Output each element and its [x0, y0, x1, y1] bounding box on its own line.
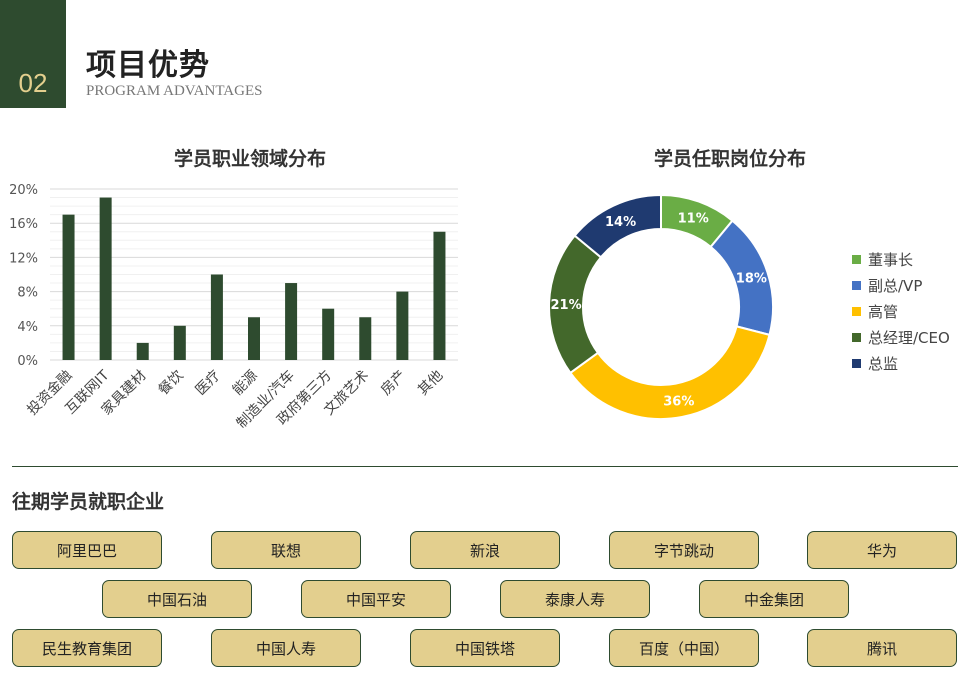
company-badge: 字节跳动	[609, 531, 759, 569]
y-tick-label: 16%	[9, 217, 38, 232]
section-number: 02	[18, 68, 48, 98]
y-tick-label: 4%	[17, 320, 38, 335]
y-tick-label: 0%	[17, 354, 38, 369]
bar	[285, 283, 298, 360]
y-tick-label: 12%	[9, 251, 38, 266]
company-badge: 腾讯	[807, 629, 957, 667]
company-badge: 百度（中国）	[609, 629, 759, 667]
y-tick-label: 20%	[9, 183, 38, 198]
legend-label: 董事长	[868, 250, 914, 269]
slice-label: 21%	[550, 298, 581, 313]
legend-label: 总经理/CEO	[868, 328, 950, 347]
company-badge: 联想	[211, 531, 361, 569]
companies-section-title: 往期学员就职企业	[12, 491, 165, 513]
legend-swatch	[852, 332, 861, 342]
legend-item: 总监	[852, 350, 950, 376]
bar	[359, 317, 372, 360]
legend-swatch	[852, 358, 861, 368]
bar	[396, 291, 409, 360]
legend-swatch	[852, 306, 861, 316]
bar	[62, 214, 75, 360]
slice-label: 14%	[605, 215, 636, 230]
bar-chart: 0%4%8%12%16%20%投资金融互联网IT家具建材 餐饮 医疗 能源制造业/汽车…	[9, 183, 458, 432]
bar-chart-title: 学员职业领域分布	[173, 148, 326, 170]
company-badge: 新浪	[410, 531, 560, 569]
page-title: 项目优势	[86, 48, 210, 83]
bar	[173, 325, 186, 360]
legend-label: 高管	[868, 302, 899, 321]
x-tick-label: 医疗	[193, 368, 224, 399]
legend-item: 副总/VP	[852, 272, 950, 298]
x-tick-label: 餐饮	[156, 368, 187, 399]
bar	[99, 197, 112, 360]
company-badge: 泰康人寿	[500, 580, 650, 618]
bar	[433, 231, 446, 360]
company-badge: 中国石油	[102, 580, 252, 618]
legend-swatch	[852, 254, 861, 264]
company-badge: 中国人寿	[211, 629, 361, 667]
legend-swatch	[852, 280, 861, 290]
x-tick-label: 房产	[378, 368, 409, 399]
slice-label: 18%	[736, 272, 767, 287]
legend-item: 董事长	[852, 246, 950, 272]
y-tick-label: 8%	[17, 286, 38, 301]
legend-label: 总监	[868, 354, 899, 373]
donut-chart-title: 学员任职岗位分布	[653, 148, 806, 170]
donut-legend: 董事长副总/VP 高管总经理/CEO 总监	[852, 246, 950, 376]
legend-item: 高管	[852, 298, 950, 324]
section-divider	[12, 466, 958, 467]
legend-item: 总经理/CEO	[852, 324, 950, 350]
bar	[322, 308, 335, 360]
donut-chart: 11% 18% 36% 21% 14%	[548, 193, 774, 420]
legend-label: 副总/VP	[868, 276, 923, 295]
company-badge: 中金集团	[699, 580, 849, 618]
company-badge: 华为	[807, 531, 957, 569]
slice-label: 11%	[678, 212, 709, 227]
x-tick-label: 其他	[415, 368, 446, 399]
company-badge: 中国平安	[301, 580, 451, 618]
company-badge: 阿里巴巴	[12, 531, 162, 569]
bar	[210, 274, 223, 360]
company-badge: 中国铁塔	[410, 629, 560, 667]
bar	[136, 342, 149, 360]
x-tick-label: 能源	[230, 368, 261, 399]
slice-label: 36%	[663, 394, 694, 409]
page-subtitle: PROGRAM ADVANTAGES	[86, 83, 263, 99]
bar	[248, 317, 260, 360]
company-badge: 民生教育集团	[12, 629, 162, 667]
